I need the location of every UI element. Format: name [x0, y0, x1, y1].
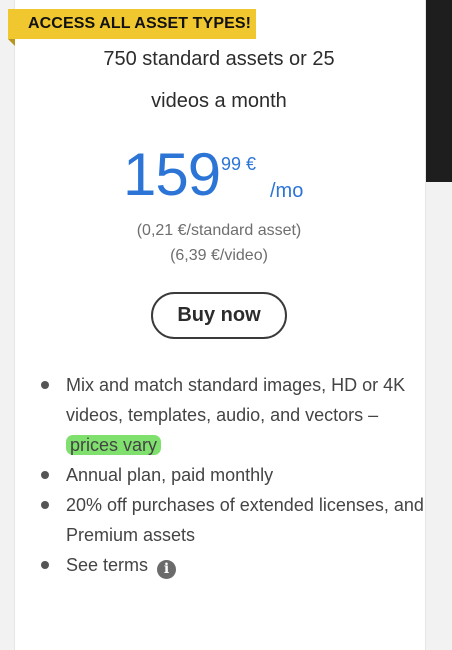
- buy-now-button[interactable]: Buy now: [151, 292, 287, 339]
- info-icon[interactable]: i: [157, 560, 177, 579]
- promo-ribbon: ACCESS ALL ASSET TYPES!: [8, 9, 256, 39]
- price-decimal: 99 €: [221, 154, 257, 174]
- feature-item: See terms i: [36, 550, 426, 580]
- ribbon-fold: [8, 39, 15, 46]
- plan-subtitle-line2: videos a month: [151, 90, 287, 112]
- prices-vary-highlight: prices vary: [66, 435, 162, 455]
- feature-list: Mix and match standard images, HD or 4K …: [36, 370, 426, 580]
- feature-item: 20% off purchases of extended licenses, …: [36, 490, 426, 550]
- feature-text: Mix and match standard images, HD or 4K …: [66, 375, 406, 425]
- adjacent-panel: [426, 0, 452, 182]
- price-per-standard-asset: (0,21 €/standard asset): [136, 222, 302, 239]
- plan-subtitle-line1: 750 standard assets or 25: [103, 48, 335, 70]
- price-per-video: (6,39 €/video): [170, 247, 268, 264]
- see-terms-label: See terms: [66, 555, 149, 575]
- price-unit: /mo: [270, 180, 304, 202]
- price-integer: 159: [123, 141, 221, 208]
- feature-item: Annual plan, paid monthly: [36, 460, 426, 490]
- feature-item: Mix and match standard images, HD or 4K …: [36, 370, 426, 460]
